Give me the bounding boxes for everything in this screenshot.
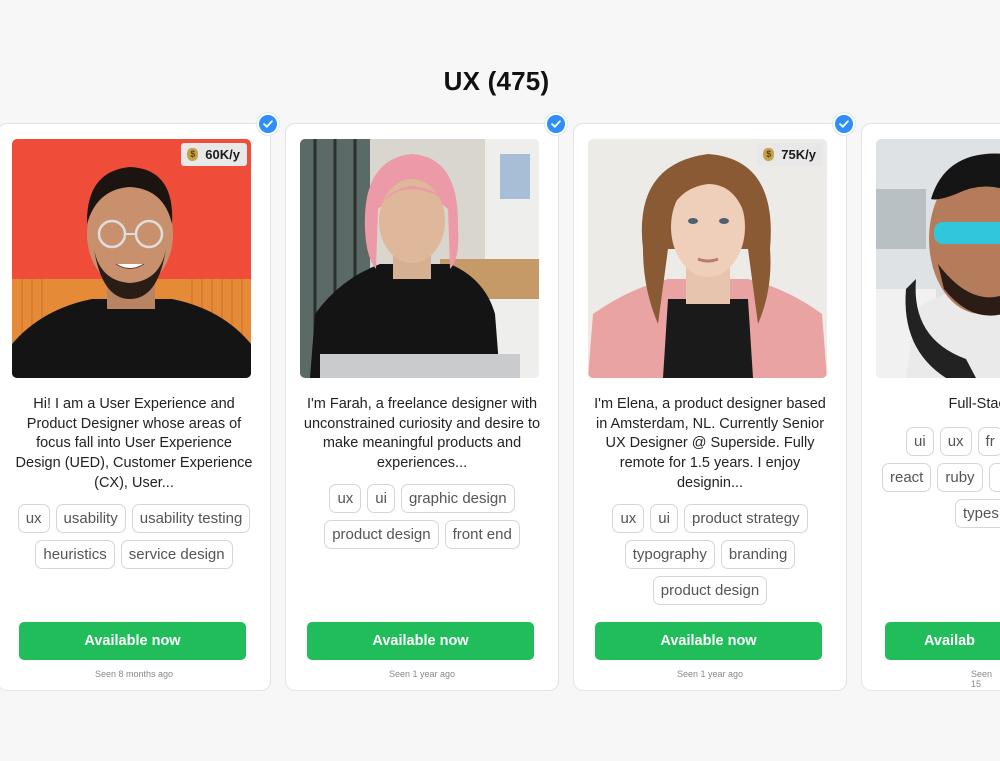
salary-badge: 75K/y bbox=[757, 143, 823, 166]
available-now-button[interactable]: Availab bbox=[885, 622, 1000, 660]
skill-tag[interactable]: front end bbox=[444, 520, 520, 549]
skill-tag[interactable]: branding bbox=[720, 540, 796, 569]
candidate-card[interactable]: 75K/y I'm Elena, a product designer base… bbox=[573, 113, 855, 691]
skill-tag[interactable]: ui bbox=[906, 427, 934, 456]
salary-badge: 60K/y bbox=[181, 143, 247, 166]
skill-tag[interactable] bbox=[988, 463, 1000, 492]
skill-tag[interactable]: ui bbox=[650, 504, 678, 533]
candidate-card[interactable]: I'm Farah, a freelance designer with unc… bbox=[285, 113, 567, 691]
money-bag-icon bbox=[763, 148, 775, 161]
available-now-button[interactable]: Available now bbox=[19, 622, 246, 660]
last-seen-text: Seen 8 months ago bbox=[94, 669, 174, 679]
skill-tag[interactable]: heuristics bbox=[35, 540, 115, 569]
verified-badge-icon bbox=[257, 113, 279, 135]
candidate-bio: Hi! I am a User Experience and Product D… bbox=[15, 396, 253, 491]
skill-tag[interactable]: product design bbox=[324, 520, 439, 549]
skill-tag[interactable]: product design bbox=[652, 576, 768, 605]
skill-tag[interactable]: ui bbox=[367, 484, 395, 513]
skill-tag[interactable]: usability testing bbox=[131, 504, 251, 533]
candidate-photo[interactable]: 60K/y bbox=[12, 139, 251, 378]
skill-tag[interactable]: typography bbox=[624, 540, 715, 569]
verified-badge-icon bbox=[545, 113, 567, 135]
candidate-photo[interactable] bbox=[876, 139, 1000, 378]
skill-tags: types bbox=[955, 499, 1000, 528]
candidate-bio: I'm Farah, a freelance designer with unc… bbox=[303, 396, 541, 472]
candidate-bio: Full-Stack / U bbox=[948, 396, 1000, 412]
skill-tag[interactable]: ruby bbox=[937, 463, 983, 492]
skill-tags: ux ui graphic design product design fron… bbox=[292, 484, 552, 549]
candidate-photo[interactable] bbox=[300, 139, 539, 378]
salary-text: 75K/y bbox=[781, 147, 816, 162]
skill-tag[interactable]: usability bbox=[55, 504, 126, 533]
skill-tags: ux ui product strategy typography brandi… bbox=[580, 504, 840, 605]
verified-badge-icon bbox=[833, 113, 855, 135]
last-seen-text: Seen 1 year ago bbox=[388, 669, 456, 679]
skill-tag[interactable]: ux bbox=[17, 504, 50, 533]
skill-tag[interactable]: product strategy bbox=[683, 504, 808, 533]
money-bag-icon bbox=[187, 148, 199, 161]
skill-tag[interactable]: fr bbox=[977, 427, 1000, 456]
last-seen-text: Seen 15 bbox=[971, 669, 993, 689]
skill-tags: react ruby bbox=[882, 463, 1000, 492]
skill-tag[interactable]: service design bbox=[120, 540, 233, 569]
skill-tags: ux usability usability testing heuristic… bbox=[4, 504, 264, 569]
available-now-button[interactable]: Available now bbox=[307, 622, 534, 660]
section-title: UX (475) bbox=[443, 66, 550, 96]
candidate-photo[interactable]: 75K/y bbox=[588, 139, 827, 378]
available-now-button[interactable]: Available now bbox=[595, 622, 822, 660]
last-seen-text: Seen 1 year ago bbox=[676, 669, 744, 679]
skill-tag[interactable]: react bbox=[882, 463, 932, 492]
skill-tag[interactable]: ux bbox=[329, 484, 362, 513]
skill-tag[interactable]: ux bbox=[939, 427, 972, 456]
skill-tag[interactable]: ux bbox=[612, 504, 645, 533]
skill-tag[interactable]: graphic design bbox=[400, 484, 515, 513]
candidate-bio: I'm Elena, a product designer based in A… bbox=[594, 396, 826, 491]
salary-text: 60K/y bbox=[205, 147, 240, 162]
skill-tag[interactable]: types bbox=[955, 499, 1000, 528]
skill-tags: ui ux fr bbox=[906, 427, 1000, 456]
candidate-card[interactable]: Full-Stack / U ui ux fr react ruby types… bbox=[861, 123, 1000, 691]
candidate-card[interactable]: 60K/y Hi! I am a User Experience and Pro… bbox=[0, 113, 279, 691]
